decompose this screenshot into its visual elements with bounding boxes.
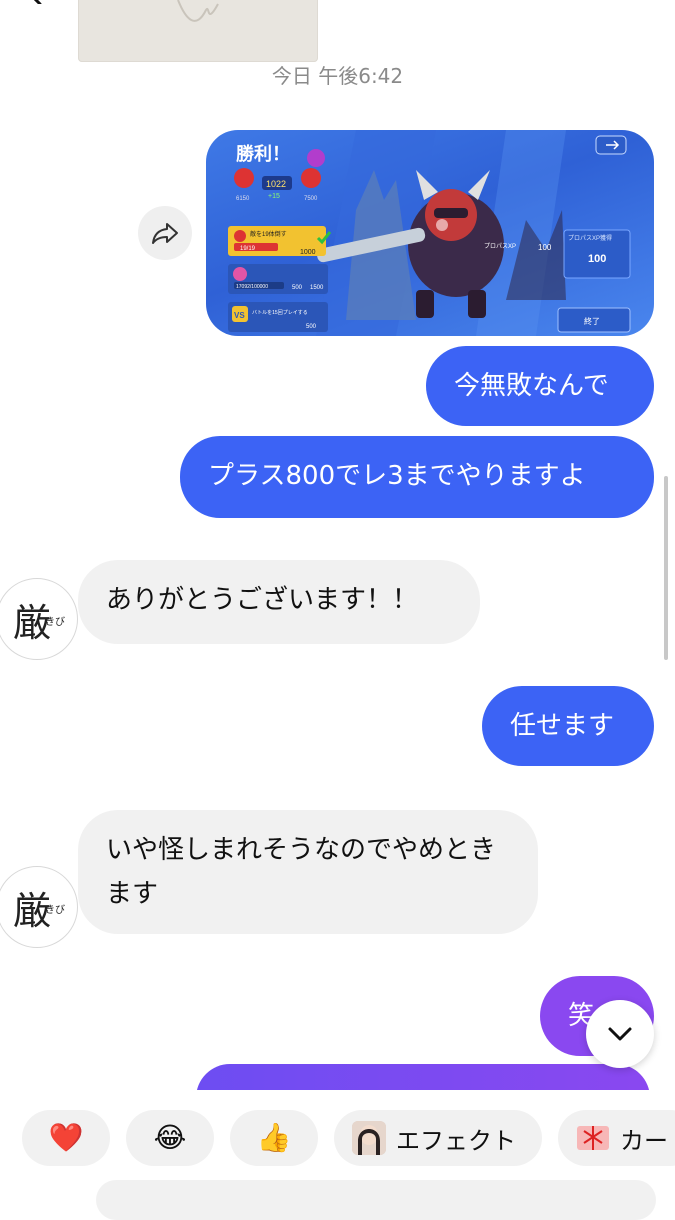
conversation-avatar[interactable] <box>78 0 318 62</box>
svg-text:1022: 1022 <box>266 179 286 189</box>
svg-text:100: 100 <box>588 253 606 265</box>
gift-card-icon <box>577 1126 609 1150</box>
svg-text:500: 500 <box>306 324 317 330</box>
svg-text:プロパスXP獲得: プロパスXP獲得 <box>568 234 612 242</box>
svg-text:1500: 1500 <box>310 285 324 291</box>
svg-text:プロパスXP: プロパスXP <box>484 243 516 250</box>
thumbs-up-icon: 👍 <box>256 1121 292 1154</box>
forward-share-icon <box>152 223 178 244</box>
effect-button[interactable]: エフェクト <box>334 1110 542 1166</box>
scroll-to-bottom-button[interactable] <box>586 1000 654 1068</box>
reaction-thumbs-up-button[interactable]: 👍 <box>230 1110 318 1166</box>
incoming-message[interactable]: ありがとうございます！！ <box>78 560 480 644</box>
card-label: カー <box>620 1126 668 1155</box>
effect-thumbnail-icon <box>352 1121 386 1155</box>
more-options-icon[interactable]: ••• <box>606 0 662 11</box>
outgoing-message[interactable]: 任せます <box>482 686 654 766</box>
svg-text:VS: VS <box>234 311 245 320</box>
svg-text:17092/100000: 17092/100000 <box>236 284 268 290</box>
game-result-graphic: 勝利！ 1022 +15 6150 7500 敵を19体倒す 19/19 100… <box>228 130 631 336</box>
avatar-small-text: きび <box>45 905 65 916</box>
chevron-left-icon <box>33 0 42 6</box>
card-button[interactable]: カー <box>558 1110 675 1166</box>
message-input[interactable] <box>96 1180 656 1220</box>
scribble-avatar-image <box>177 0 219 22</box>
chevron-down-icon <box>608 1027 632 1041</box>
svg-text:1000: 1000 <box>300 249 316 256</box>
svg-text:+15: +15 <box>268 193 280 200</box>
reaction-heart-button[interactable]: ❤️ <box>22 1110 110 1166</box>
outgoing-message[interactable]: プラス800でレ3までやりますよ <box>180 436 654 518</box>
svg-text:バトルを15回プレイする: バトルを15回プレイする <box>252 309 308 316</box>
scrollbar[interactable] <box>664 476 668 660</box>
laughing-face-icon: 😂 <box>153 1121 187 1154</box>
svg-text:500: 500 <box>292 285 303 291</box>
svg-text:7500: 7500 <box>304 196 318 202</box>
message-timestamp: 今日 午後6:42 <box>271 64 404 88</box>
svg-text:敵を19体倒す: 敵を19体倒す <box>250 230 287 238</box>
outgoing-message[interactable]: 今無敗なんで <box>426 346 654 426</box>
forward-button[interactable] <box>138 206 192 260</box>
heart-icon: ❤️ <box>48 1121 84 1154</box>
back-button[interactable] <box>20 0 46 6</box>
sender-avatar[interactable]: 厳 きび <box>0 866 78 948</box>
avatar-small-text: きび <box>45 617 65 628</box>
effect-label: エフェクト <box>396 1126 516 1155</box>
shared-game-screenshot[interactable]: 勝利！ 1022 +15 6150 7500 敵を19体倒す 19/19 100… <box>206 130 654 336</box>
svg-text:6150: 6150 <box>236 196 250 202</box>
svg-text:100: 100 <box>538 243 552 252</box>
svg-text:勝利！: 勝利！ <box>236 143 290 164</box>
incoming-message[interactable]: いや怪しまれそうなのでやめときます <box>78 810 538 934</box>
sender-avatar[interactable]: 厳 きび <box>0 578 78 660</box>
svg-text:終了: 終了 <box>584 316 600 326</box>
reaction-laugh-button[interactable]: 😂 <box>126 1110 214 1166</box>
svg-text:19/19: 19/19 <box>240 246 256 252</box>
